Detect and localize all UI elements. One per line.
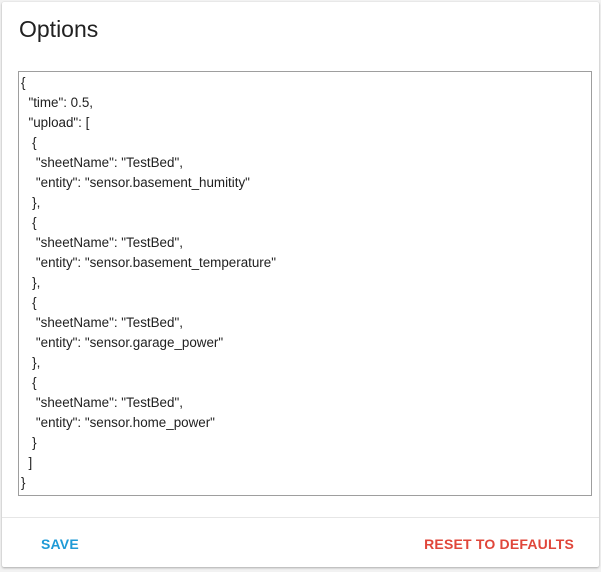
options-json-editor[interactable]: { "time": 0.5, "upload": [ { "sheetName"… [18, 71, 592, 496]
options-card: Options { "time": 0.5, "upload": [ { "sh… [2, 2, 599, 567]
save-button[interactable]: SAVE [41, 532, 79, 556]
card-actions-divider [2, 517, 599, 518]
page-title: Options [19, 16, 99, 42]
reset-to-defaults-button[interactable]: RESET TO DEFAULTS [424, 532, 574, 556]
